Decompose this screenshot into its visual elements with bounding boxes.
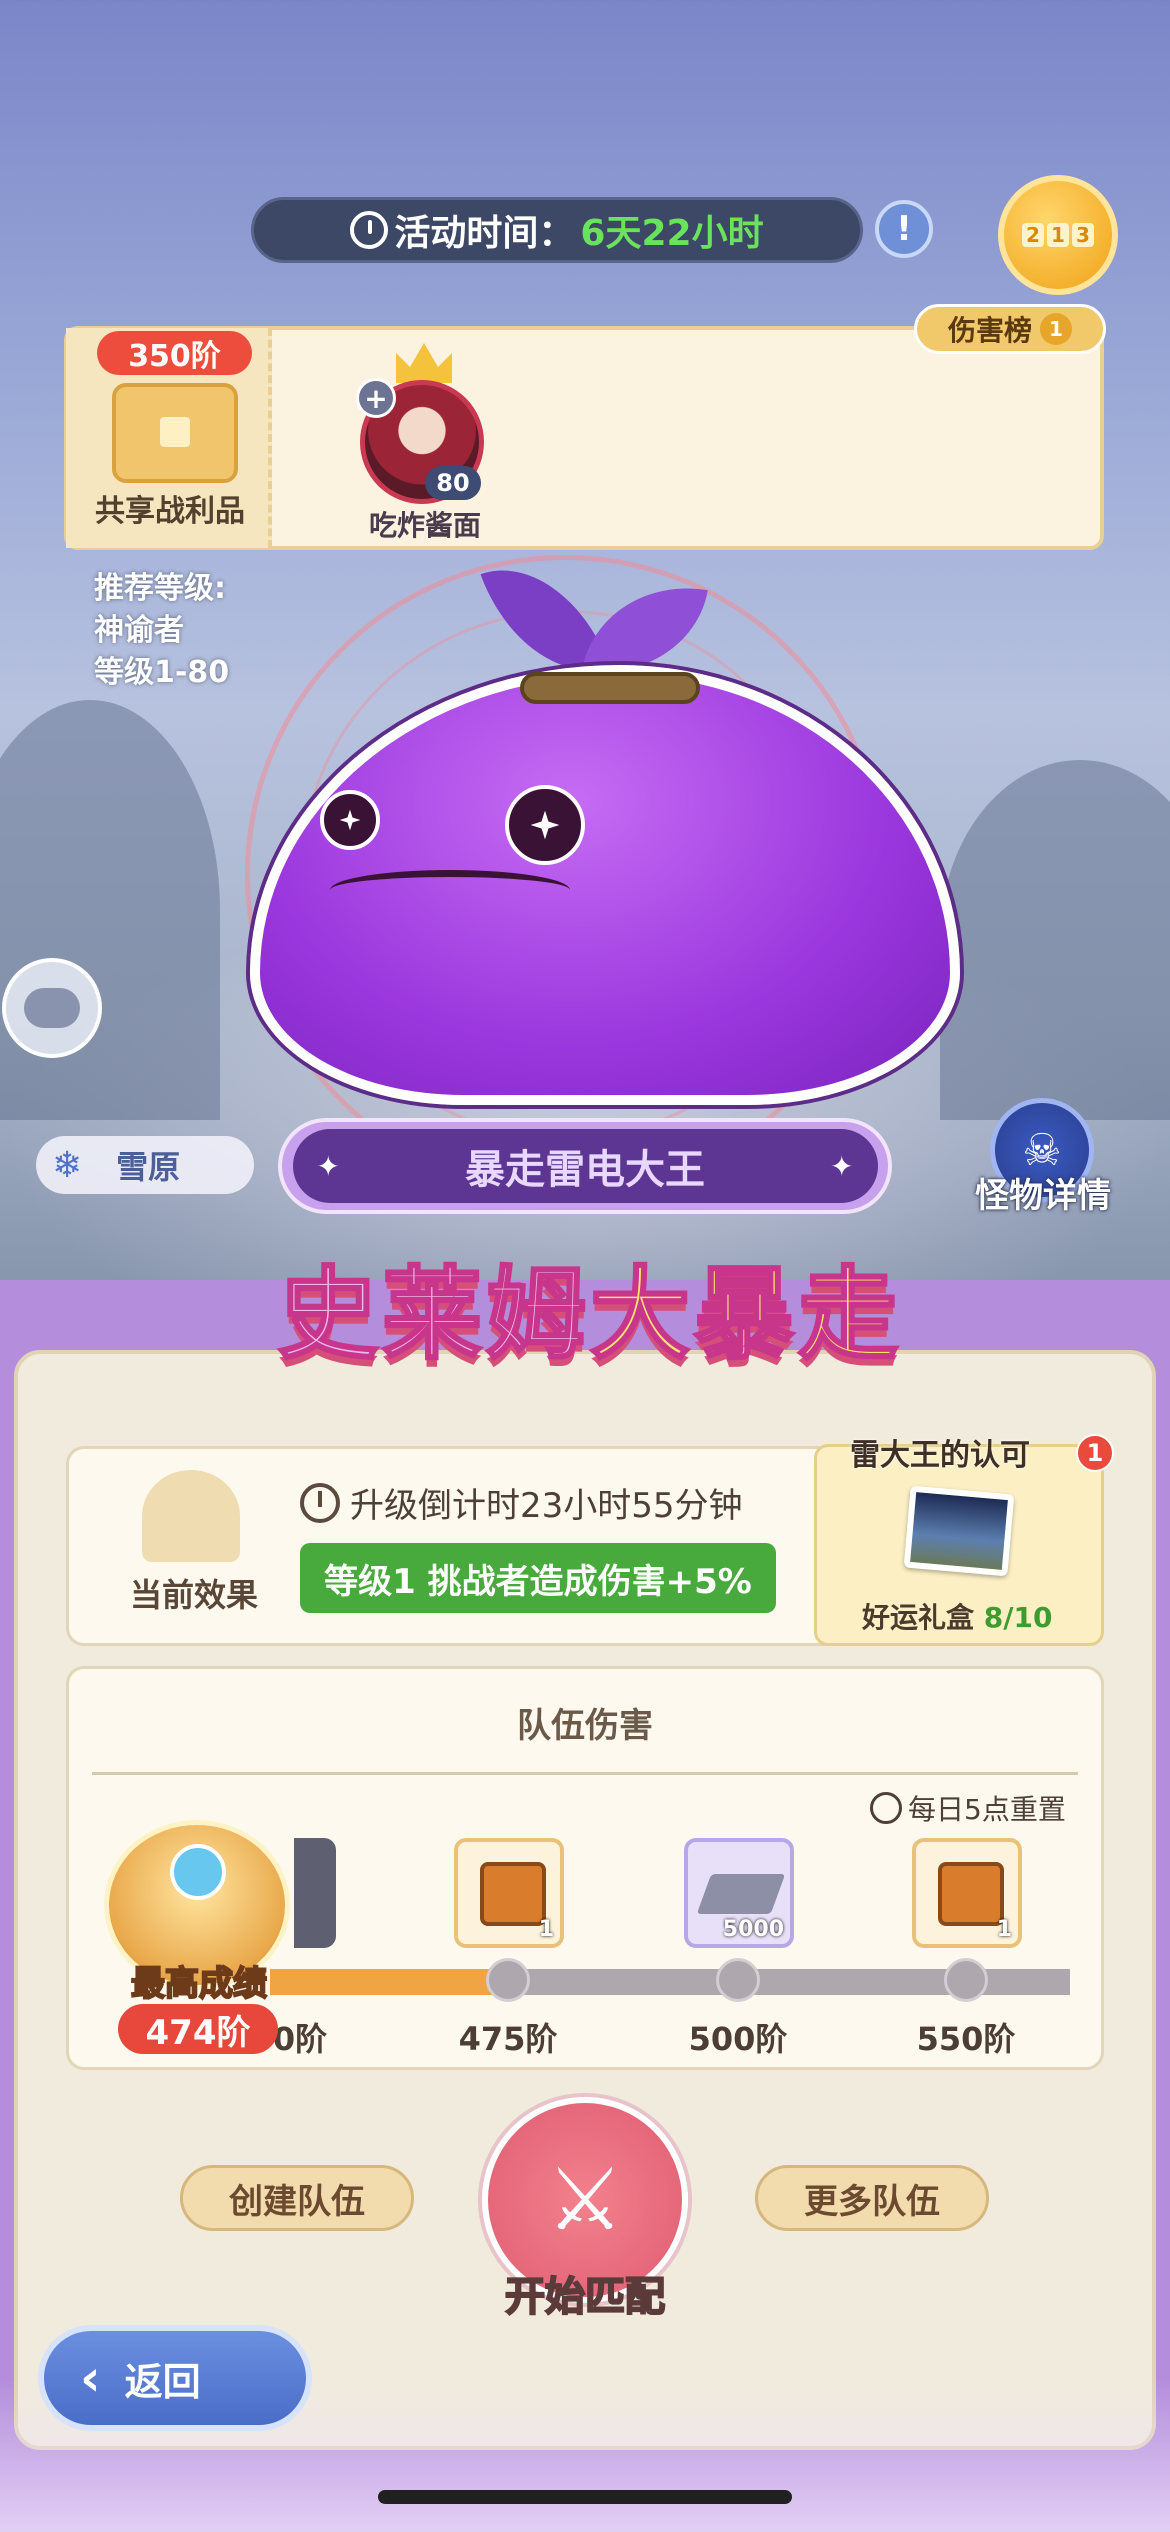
milestone-marker-550	[944, 1958, 988, 2002]
lucky-gift-photo-icon[interactable]	[903, 1485, 1015, 1577]
slime-eye-left	[320, 790, 380, 850]
event-title-logo: 史莱姆大暴走	[190, 1225, 990, 1405]
damage-ranking-tab[interactable]: 伤害榜 1	[914, 304, 1106, 354]
slime-eye-right	[505, 785, 585, 865]
upgrade-countdown: 升级倒计时23小时55分钟	[300, 1478, 743, 1527]
podium-2-icon: 2	[1022, 223, 1044, 247]
reward-chest-475[interactable]: 1	[454, 1838, 564, 1948]
add-friend-icon[interactable]: +	[356, 378, 396, 418]
player-name: 吃炸酱面	[368, 509, 481, 542]
reward-qty: 5000	[722, 1917, 784, 1942]
notice-icon[interactable]: !	[875, 200, 933, 258]
event-title-part2: 大暴走	[589, 1255, 902, 1375]
shared-loot-chest-icon[interactable]	[112, 383, 238, 483]
create-team-button[interactable]: 创建队伍	[180, 2165, 414, 2231]
current-effect-label: 当前效果	[129, 1576, 258, 1614]
recommended-level-title: 推荐等级:	[94, 571, 226, 606]
clock-icon	[350, 211, 389, 249]
loot-tier-badge: 350阶	[97, 331, 252, 375]
milestone-label-500: 500阶	[688, 2020, 788, 2058]
divider	[92, 1772, 1078, 1775]
daily-reset-text: 每日5点重置	[908, 1793, 1066, 1826]
effect-figure-icon	[142, 1470, 240, 1562]
player-level-badge: 80	[425, 466, 481, 500]
team-damage-title: 队伍伤害	[517, 1706, 653, 1746]
mountain-left	[0, 700, 220, 1120]
activity-time-bar: 活动时间： 6天22小时	[251, 197, 863, 263]
gift-title: 雷大王的认可	[850, 1438, 1030, 1473]
sparkle-left-icon: ✦	[316, 1149, 340, 1183]
best-record-label: 最高成绩	[130, 1963, 268, 2005]
sparkle-right-icon: ✦	[830, 1149, 854, 1183]
region-label: 雪原	[116, 1148, 181, 1186]
activity-time-label: 活动时间：	[394, 213, 575, 254]
recommended-level: 推荐等级: 神谕者 等级1-80	[94, 568, 229, 694]
activity-time-value: 6天22小时	[580, 213, 764, 254]
clock-icon	[870, 1792, 902, 1824]
chat-bubble-icon	[24, 988, 80, 1028]
daily-reset-note: 每日5点重置	[870, 1788, 1066, 1828]
damage-ranking-badge: 1	[1040, 313, 1072, 345]
lucky-gift-label: 好运礼盒 8/10	[862, 1596, 1052, 1636]
reward-ingot-500[interactable]: 5000	[684, 1838, 794, 1948]
shared-loot-label: 共享战利品	[95, 494, 245, 529]
recommended-class: 神谕者	[94, 613, 184, 648]
upgrade-countdown-text: 升级倒计时23小时55分钟	[350, 1486, 743, 1526]
start-match-label[interactable]: 开始匹配	[470, 2264, 700, 2322]
chat-button[interactable]	[2, 958, 102, 1058]
recommended-level-range: 等级1-80	[94, 655, 230, 690]
lucky-gift-name: 好运礼盒	[862, 1601, 975, 1634]
ranking-podium-button[interactable]: 2 1 3	[998, 175, 1118, 295]
back-arrow-icon: ‹	[80, 2349, 101, 2407]
podium-3-icon: 3	[1072, 223, 1094, 247]
damage-ranking-label: 伤害榜	[947, 314, 1032, 347]
milestone-label-475: 475阶	[458, 2020, 558, 2058]
monster-detail-label[interactable]: 怪物详情	[960, 1168, 1126, 1217]
region-tag: ❄ 雪原	[36, 1136, 254, 1194]
back-button[interactable]: ‹ 返回	[38, 2325, 312, 2431]
slime-rope	[520, 672, 700, 704]
lucky-gift-progress: 8/10	[983, 1601, 1053, 1634]
reward-qty: 1	[996, 1917, 1012, 1942]
back-label: 返回	[124, 2359, 201, 2404]
best-record-tier: 474阶	[118, 2004, 278, 2054]
reward-qty: 1	[538, 1917, 554, 1942]
home-indicator[interactable]	[378, 2490, 792, 2504]
event-title-part1: 史莱姆	[277, 1255, 590, 1375]
milestone-label-550: 550阶	[916, 2020, 1016, 2058]
gift-notification-badge: 1	[1076, 1434, 1114, 1472]
boss-name: 暴走雷电大王	[465, 1147, 705, 1193]
snowflake-icon: ❄	[52, 1144, 83, 1186]
podium-1-icon: 1	[1047, 223, 1069, 247]
mountain-right	[940, 760, 1170, 1120]
reward-slot-claimed[interactable]	[294, 1838, 336, 1948]
boss-name-plate: ✦ 暴走雷电大王 ✦	[278, 1118, 892, 1214]
milestone-marker-475	[486, 1958, 530, 2002]
crossed-swords-icon: ⚔	[546, 2150, 624, 2250]
progress-fill	[270, 1969, 510, 1995]
current-buff: 等级1 挑战者造成伤害+5%	[300, 1543, 776, 1613]
reward-chest-550[interactable]: 1	[912, 1838, 1022, 1948]
slime-mouth	[330, 870, 570, 910]
gem-icon	[170, 1844, 226, 1900]
milestone-marker-500	[716, 1958, 760, 2002]
more-teams-button[interactable]: 更多队伍	[755, 2165, 989, 2231]
clock-icon	[300, 1482, 340, 1523]
